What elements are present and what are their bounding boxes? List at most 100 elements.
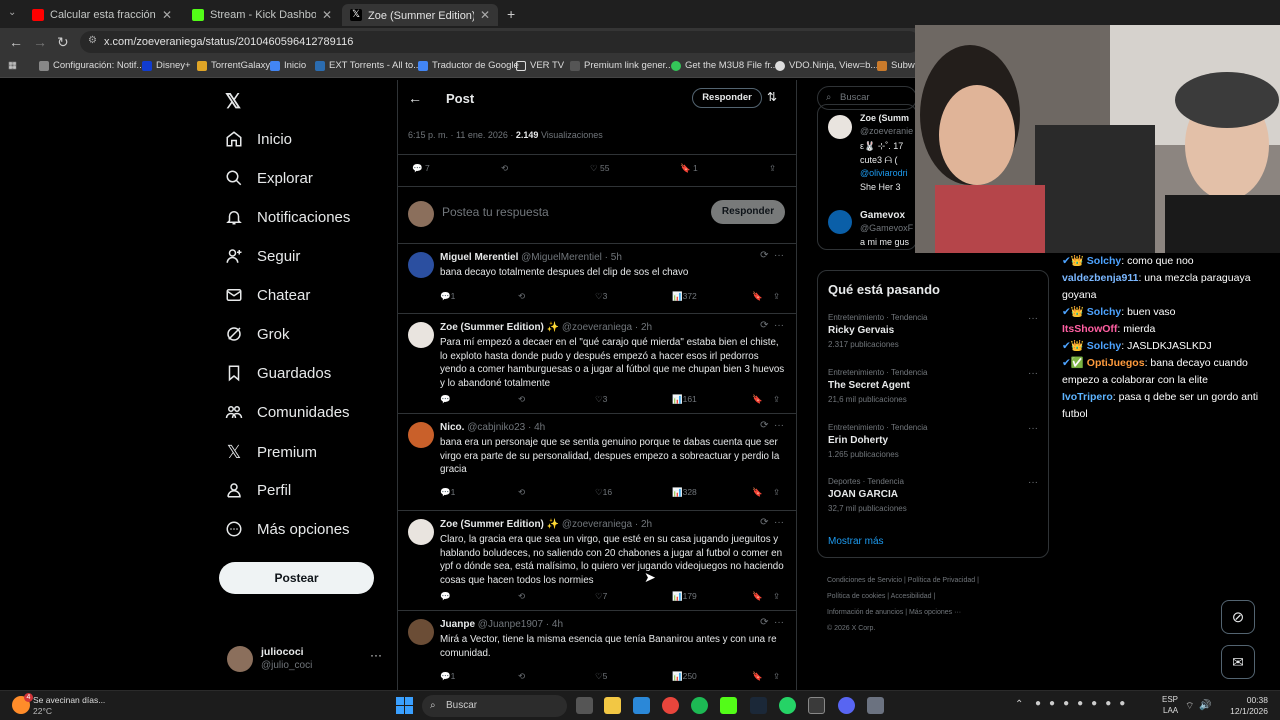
like-action[interactable]: ♡ 3 — [595, 291, 607, 302]
close-icon[interactable]: ✕ — [322, 8, 332, 22]
share-icon[interactable]: ⇪ — [769, 163, 776, 174]
nav-communities[interactable]: Comunidades — [225, 403, 350, 421]
kick-icon[interactable] — [720, 697, 737, 714]
nav-profile[interactable]: Perfil — [225, 481, 291, 499]
bookmark-icon[interactable]: 🔖 — [752, 394, 763, 405]
list-item[interactable]: Juanpe @Juanpe1907 · 4h ⟳ ··· Mirá a Vec… — [398, 611, 796, 690]
more-icon[interactable]: ⟳ ··· — [760, 617, 784, 628]
bookmark-4[interactable]: Inicio — [270, 60, 306, 71]
windows-start-icon[interactable] — [396, 697, 413, 714]
more-icon[interactable]: ⟳ ··· — [760, 250, 784, 261]
reply-icon[interactable]: 💬 — [440, 591, 451, 602]
forward-icon[interactable]: → — [33, 34, 47, 50]
url-field[interactable]: ⚙ x.com/zoeveraniega/status/201046059641… — [80, 31, 920, 53]
browser-tab-1[interactable]: Calcular esta fracción con pote ✕ — [24, 4, 180, 26]
nav-bookmarks[interactable]: Guardados — [225, 364, 331, 382]
reply-button[interactable]: Responder — [711, 200, 785, 224]
like-action[interactable]: ♡ 5 — [595, 671, 607, 682]
bookmark-action[interactable]: 🔖 1 — [680, 163, 698, 174]
steam-icon[interactable] — [750, 697, 767, 714]
back-icon[interactable]: ← — [9, 34, 23, 50]
close-icon[interactable]: ✕ — [162, 8, 172, 22]
list-item[interactable]: Miguel Merentiel @MiguelMerentiel · 5h ⟳… — [398, 244, 796, 314]
share-icon[interactable]: ⇪ — [773, 394, 780, 405]
bookmark-2[interactable]: Disney+ — [142, 60, 191, 71]
share-icon[interactable]: ⇪ — [773, 671, 780, 682]
nav-grok[interactable]: Grok — [225, 325, 290, 343]
volume-icon[interactable]: 🔊 — [1199, 700, 1211, 711]
repost-icon[interactable]: ⟲ — [518, 291, 525, 302]
taskbar-search-input[interactable]: ⌕ Buscar — [422, 695, 567, 717]
trend-item[interactable]: Entretenimiento · Tendencia The Secret A… — [828, 368, 1038, 404]
close-icon[interactable]: ✕ — [480, 8, 490, 22]
bookmark-icon[interactable]: 🔖 — [752, 291, 763, 302]
views-count[interactable]: 📊 372 — [672, 291, 697, 302]
reply-input[interactable]: Postea tu respuesta — [442, 205, 549, 219]
bookmark-icon[interactable]: 🔖 — [752, 487, 763, 498]
nav-home[interactable]: Inicio — [225, 130, 292, 148]
chrome-icon[interactable] — [662, 697, 679, 714]
show-more-link[interactable]: Mostrar más — [828, 536, 884, 547]
share-icon[interactable]: ⇪ — [773, 591, 780, 602]
messages-float-button[interactable]: ✉ — [1221, 645, 1255, 679]
browser-tab-3[interactable]: 𝕏 Zoe (Summer Edition) ✨ en X ✕ — [342, 4, 498, 26]
nav-follow[interactable]: Seguir — [225, 247, 300, 265]
more-icon[interactable]: ⟳ ··· — [760, 517, 784, 528]
views-count[interactable]: 📊 179 — [672, 591, 697, 602]
nav-notifications[interactable]: Notificaciones — [225, 208, 350, 226]
reply-icon[interactable]: 💬 — [440, 394, 451, 405]
bookmark-3[interactable]: TorrentGalaxy — [197, 60, 270, 71]
wifi-icon[interactable]: ⌔ — [1185, 700, 1194, 713]
back-arrow-icon[interactable]: ← — [408, 90, 422, 106]
repost-icon[interactable]: ⟲ — [518, 591, 525, 602]
bookmark-7[interactable]: VER TV — [516, 60, 564, 71]
like-action[interactable]: ♡ 55 — [590, 163, 609, 174]
trend-item[interactable]: Entretenimiento · Tendencia Ricky Gervai… — [828, 313, 1038, 349]
repost-icon[interactable]: ⟲ — [501, 163, 508, 174]
nav-more[interactable]: Más opciones — [225, 520, 350, 538]
share-icon[interactable]: ⇪ — [773, 487, 780, 498]
trend-item[interactable]: Entretenimiento · Tendencia Erin Doherty… — [828, 423, 1038, 459]
nav-explore[interactable]: Explorar — [225, 169, 313, 187]
more-icon[interactable]: ··· — [1028, 368, 1038, 379]
repost-icon[interactable]: ⟲ — [518, 671, 525, 682]
bookmark-11[interactable]: Subwa — [877, 60, 920, 71]
tray-icons[interactable]: ●●●●●●● — [1035, 698, 1133, 709]
footer-links[interactable]: Condiciones de Servicio | Política de Pr… — [827, 573, 979, 637]
bookmark-6[interactable]: Traductor de Google — [418, 60, 519, 71]
x-logo-icon[interactable]: 𝕏 — [225, 89, 241, 114]
settings-icon[interactable] — [867, 697, 884, 714]
spotify-icon[interactable] — [691, 697, 708, 714]
more-icon[interactable]: ··· — [1028, 477, 1038, 488]
discord-icon[interactable] — [838, 697, 855, 714]
more-icon[interactable]: ··· — [1028, 423, 1038, 434]
photos-icon[interactable] — [633, 697, 650, 714]
tray-chevron-icon[interactable]: ⌃ — [1015, 699, 1023, 710]
browser-tab-2[interactable]: Stream - Kick Dashboard ✕ — [184, 4, 340, 26]
site-info-icon[interactable]: ⚙ — [88, 35, 97, 46]
whatsapp-icon[interactable] — [779, 697, 796, 714]
list-item[interactable]: Zoe (Summer Edition) ✨ @zoeveraniega · 2… — [398, 314, 796, 414]
reply-action[interactable]: 💬 1 — [440, 671, 455, 682]
apps-icon[interactable]: ▦ — [8, 60, 17, 71]
settings-sliders-icon[interactable]: ⇅ — [767, 90, 777, 104]
trend-item[interactable]: Deportes · Tendencia JOAN GARCIA 32,7 mi… — [828, 477, 1038, 513]
views-count[interactable]: 📊 161 — [672, 394, 697, 405]
account-switcher[interactable]: juliococi @julio_coci ··· — [227, 642, 392, 682]
bookmark-1[interactable]: Configuración: Notif... — [39, 60, 144, 71]
nav-chat[interactable]: Chatear — [225, 286, 310, 304]
more-icon[interactable]: ··· — [1028, 313, 1038, 324]
repost-icon[interactable]: ⟲ — [518, 394, 525, 405]
tab-list-chevron-icon[interactable]: ⌄ — [8, 7, 16, 18]
bookmark-9[interactable]: Get the M3U8 File fr... — [671, 60, 778, 71]
reply-action[interactable]: 💬 1 — [440, 487, 455, 498]
nav-premium[interactable]: 𝕏 Premium — [225, 442, 317, 463]
reload-icon[interactable]: ↻ — [57, 34, 69, 51]
reply-action[interactable]: 💬 7 — [412, 163, 430, 174]
bookmark-5[interactable]: EXT Torrents - All to... — [315, 60, 421, 71]
views-count[interactable]: 📊 328 — [672, 487, 697, 498]
bookmark-10[interactable]: VDO.Ninja, View=b... — [775, 60, 878, 71]
obs-icon[interactable] — [808, 697, 825, 714]
bookmark-8[interactable]: Premium link gener... — [570, 60, 673, 71]
post-button[interactable]: Postear — [219, 562, 374, 594]
